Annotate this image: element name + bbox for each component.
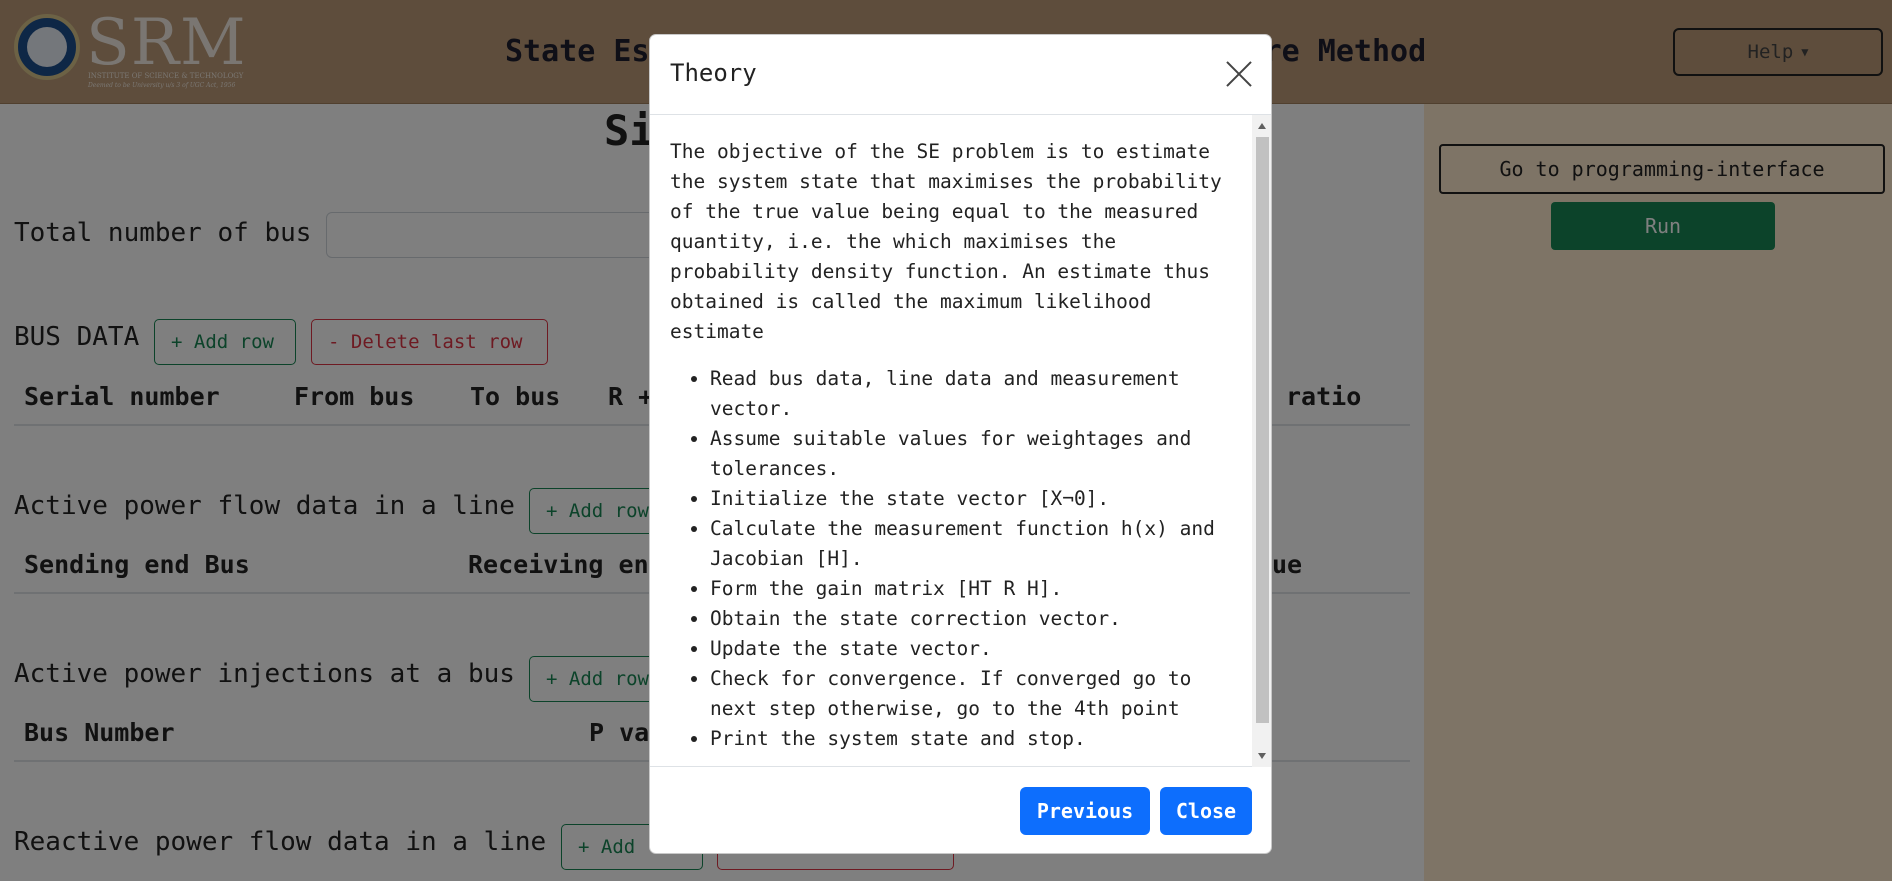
theory-paragraph: The objective of the SE problem is to es… bbox=[670, 140, 1222, 343]
list-item: Obtain the state correction vector. bbox=[710, 604, 1230, 634]
list-item: Form the gain matrix [HT R H]. bbox=[710, 574, 1230, 604]
list-item: Update the state vector. bbox=[710, 634, 1230, 664]
theory-text: The objective of the SE problem is to es… bbox=[670, 137, 1230, 754]
list-item: Assume suitable values for weightages an… bbox=[710, 424, 1230, 484]
modal-title: Theory bbox=[670, 59, 757, 87]
list-item: Calculate the measurement function h(x) … bbox=[710, 514, 1230, 574]
list-item: Check for convergence. If converged go t… bbox=[710, 664, 1230, 724]
previous-button[interactable]: Previous bbox=[1020, 787, 1150, 835]
list-item: Initialize the state vector [X¬0]. bbox=[710, 484, 1230, 514]
scroll-down-arrow-icon[interactable] bbox=[1258, 753, 1266, 759]
modal-header: Theory bbox=[650, 35, 1271, 115]
close-icon[interactable] bbox=[1224, 59, 1254, 89]
list-item: Read bus data, line data and measurement… bbox=[710, 364, 1230, 424]
modal-body: The objective of the SE problem is to es… bbox=[650, 115, 1271, 767]
scroll-thumb[interactable] bbox=[1256, 137, 1269, 723]
close-button[interactable]: Close bbox=[1160, 787, 1252, 835]
theory-modal: Theory The objective of the SE problem i… bbox=[649, 34, 1272, 854]
scroll-up-arrow-icon[interactable] bbox=[1258, 123, 1266, 129]
list-item: Print the system state and stop. bbox=[710, 724, 1230, 754]
steps-list: Read bus data, line data and measurement… bbox=[670, 364, 1230, 754]
modal-scrollbar[interactable] bbox=[1252, 115, 1271, 767]
